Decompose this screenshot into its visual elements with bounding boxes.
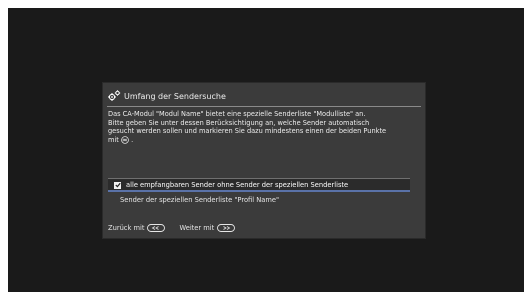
checkbox-checked[interactable]	[114, 181, 121, 189]
gears-icon	[108, 90, 121, 101]
description-line: Das CA-Modul "Modul Name" bietet eine sp…	[108, 110, 366, 118]
description-text: mit	[108, 135, 119, 144]
back-label: Zurück mit	[108, 224, 145, 232]
channel-search-scope-dialog: Umfang der Sendersuche Das CA-Modul "Mod…	[103, 83, 425, 238]
next-button[interactable]: Weiter mit	[179, 224, 236, 232]
dialog-header: Umfang der Sendersuche	[107, 89, 226, 103]
next-key-icon	[217, 224, 236, 232]
dialog-footer: Zurück mit Weiter mit	[108, 224, 249, 232]
description-line: gesucht werden sollen und markieren Sie …	[108, 127, 387, 135]
checkmark-icon	[114, 182, 121, 188]
back-button[interactable]: Zurück mit	[108, 224, 166, 232]
description-line: mit .	[108, 136, 421, 145]
dialog-description: Das CA-Modul "Modul Name" bietet eine sp…	[108, 110, 421, 144]
option-label: alle empfangbaren Sender ohne Sender der…	[126, 181, 349, 189]
option-label: Sender der speziellen Senderliste "Profi…	[120, 196, 280, 204]
header-divider	[107, 106, 421, 107]
selection-highlight	[108, 190, 410, 192]
back-key-icon	[147, 224, 166, 232]
description-text: .	[131, 135, 134, 144]
description-line: Bitte geben Sie unter dessen Berücksicht…	[108, 118, 370, 127]
tv-screen: Umfang der Sendersuche Das CA-Modul "Mod…	[8, 8, 524, 292]
dialog-title: Umfang der Sendersuche	[124, 91, 226, 101]
option-special-list[interactable]: Sender der speziellen Senderliste "Profi…	[108, 194, 410, 206]
next-label: Weiter mit	[179, 224, 215, 232]
option-all-channels[interactable]: alle empfangbaren Sender ohne Sender der…	[108, 178, 410, 192]
ok-button-icon	[121, 135, 129, 144]
